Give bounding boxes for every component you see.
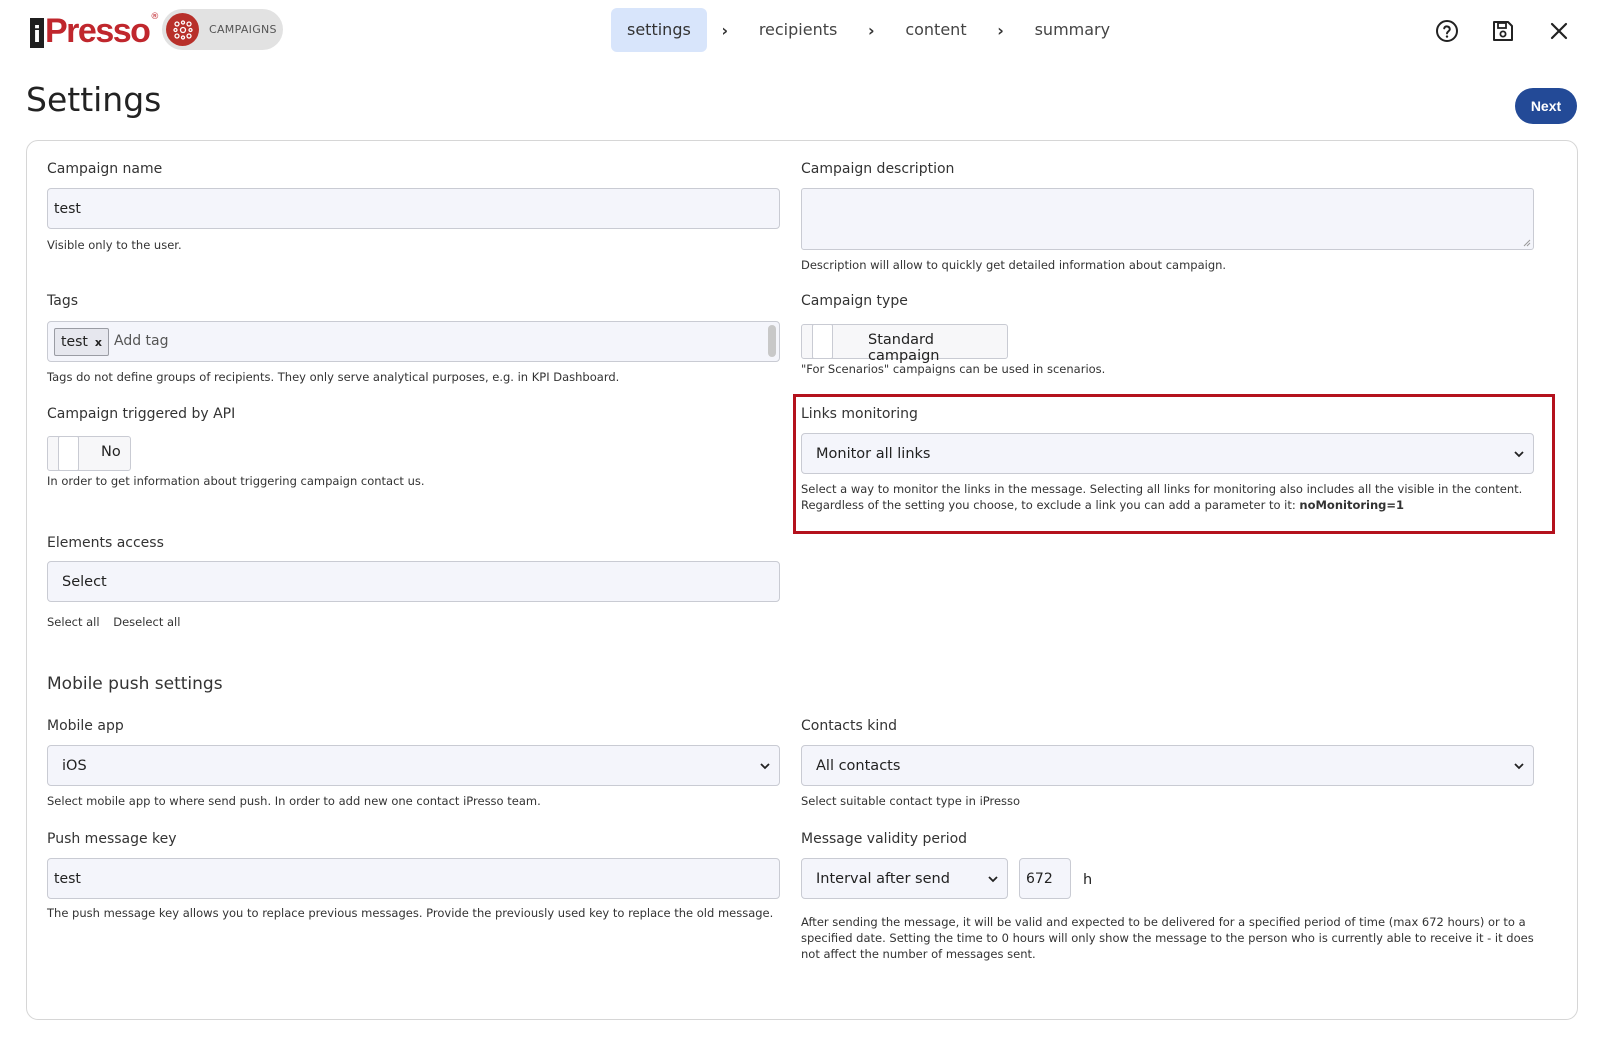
validity-hours-input[interactable]: 672 [1019,858,1071,899]
mobile-app-value: iOS [62,757,87,774]
validity-help-line2: specified date. Setting the time to 0 ho… [801,931,1534,945]
contacts-kind-label: Contacts kind [801,718,897,734]
step-summary[interactable]: summary [1019,8,1127,52]
add-tag-placeholder[interactable]: Add tag [114,333,169,349]
close-icon[interactable] [1546,18,1572,44]
validity-label: Message validity period [801,831,968,847]
push-key-label: Push message key [47,831,177,847]
campaign-type-value: Standard campaign [868,332,940,364]
validity-help: After sending the message, it will be va… [801,914,1541,962]
no-monitoring-param: noMonitoring=1 [1299,498,1405,512]
links-monitoring-help-text: Regardless of the setting you choose, to… [801,498,1300,512]
tags-input[interactable]: test x Add tag [47,321,780,362]
campaign-type-help: "For Scenarios" campaigns can be used in… [801,362,1106,376]
settings-form-card: Campaign name test Visible only to the u… [26,140,1578,1020]
resize-handle-icon[interactable] [1522,238,1531,247]
validity-help-line1: After sending the message, it will be va… [801,915,1526,929]
tag-remove-icon[interactable]: x [95,336,102,349]
links-monitoring-value: Monitor all links [816,445,931,462]
push-key-value: test [54,870,81,887]
step-recipients[interactable]: recipients [743,8,854,52]
top-bar: i Presso ® CAMPAIGNS settings › recipien… [0,0,1600,64]
campaign-name-input[interactable]: test [47,188,780,229]
chevron-down-icon [988,876,998,883]
chevron-right-icon: › [997,20,1004,40]
elements-access-value: Select [62,573,107,590]
links-monitoring-label: Links monitoring [801,406,918,422]
mobile-app-label: Mobile app [47,718,124,734]
help-circle-icon[interactable] [1434,18,1460,44]
campaigns-module-badge[interactable]: CAMPAIGNS [162,9,283,50]
tags-label: Tags [47,293,78,309]
tag-chip: test x [54,328,109,356]
next-button[interactable]: Next [1515,88,1577,124]
campaigns-module-label: CAMPAIGNS [209,23,277,36]
links-monitoring-help-line1: Select a way to monitor the links in the… [801,482,1523,496]
contacts-kind-value: All contacts [816,757,901,774]
tags-scrollbar[interactable] [768,325,776,357]
step-settings[interactable]: settings [611,8,707,52]
chevron-right-icon: › [721,20,729,40]
campaign-type-label: Campaign type [801,293,908,309]
chevron-right-icon: › [868,20,875,40]
registered-mark: ® [150,12,160,22]
triggered-by-api-value: No [101,444,121,460]
campaign-type-toggle[interactable]: Standard campaign [801,324,1008,364]
tags-help: Tags do not define groups of recipients.… [47,370,620,384]
campaign-description-textarea[interactable] [801,188,1534,250]
toggle-knob [58,436,79,471]
links-monitoring-help: Select a way to monitor the links in the… [801,481,1541,513]
mobile-app-help: Select mobile app to where send push. In… [47,794,541,808]
links-monitoring-select[interactable]: Monitor all links [801,433,1534,474]
push-key-help: The push message key allows you to repla… [47,906,774,920]
tag-chip-label: test [61,334,88,350]
logo-text: Presso [45,12,151,50]
deselect-all-link[interactable]: Deselect all [113,615,180,629]
campaign-name-label: Campaign name [47,161,163,177]
save-icon[interactable] [1490,18,1516,44]
campaign-name-help: Visible only to the user. [47,238,182,252]
triggered-by-api-toggle[interactable]: No [47,436,131,471]
validity-unit: h [1083,872,1093,888]
mobile-app-select[interactable]: iOS [47,745,780,786]
page-title: Settings [26,80,162,119]
triggered-by-api-label: Campaign triggered by API [47,406,236,422]
elements-access-label: Elements access [47,535,164,551]
chevron-down-icon [1514,451,1524,458]
contacts-kind-help: Select suitable contact type in iPresso [801,794,1021,808]
campaign-name-value: test [54,200,81,217]
logo-i-mark: i [30,18,44,48]
toggle-knob [812,324,833,359]
top-actions [1434,18,1572,44]
chevron-down-icon [1514,763,1524,770]
validity-help-line3: not affect the number of messages sent. [801,947,1036,961]
elements-access-select[interactable]: Select [47,561,780,602]
contacts-kind-select[interactable]: All contacts [801,745,1534,786]
wizard-steps: settings › recipients › content › summar… [611,8,1126,52]
mobile-push-section-title: Mobile push settings [47,674,223,694]
validity-mode-select[interactable]: Interval after send [801,858,1008,899]
select-all-link[interactable]: Select all [47,615,100,629]
validity-hours-value: 672 [1026,870,1053,887]
links-monitoring-help-line2: Regardless of the setting you choose, to… [801,497,1541,513]
ipresso-logo[interactable]: i Presso ® [30,6,159,48]
validity-mode-value: Interval after send [816,870,950,887]
campaign-description-label: Campaign description [801,161,955,177]
chevron-down-icon [760,763,770,770]
triggered-by-api-help: In order to get information about trigge… [47,474,425,488]
step-content[interactable]: content [889,8,982,52]
campaign-description-help: Description will allow to quickly get de… [801,258,1227,272]
push-key-input[interactable]: test [47,858,780,899]
elements-access-actions: Select all Deselect all [47,614,190,630]
campaigns-icon [166,13,199,46]
